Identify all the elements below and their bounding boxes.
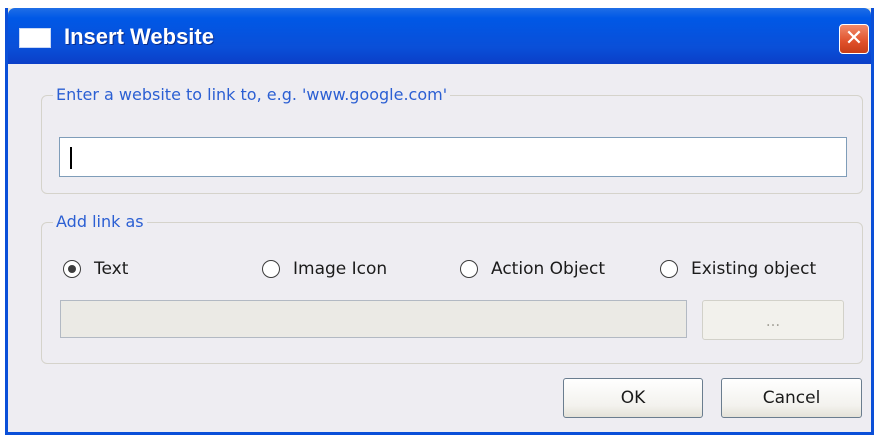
radio-checked-icon bbox=[63, 260, 81, 278]
radio-unchecked-icon bbox=[262, 260, 280, 278]
text-caret bbox=[70, 147, 72, 169]
browse-button: ... bbox=[702, 300, 844, 340]
radio-unchecked-icon bbox=[660, 260, 678, 278]
website-group-legend: Enter a website to link to, e.g. 'www.go… bbox=[53, 85, 451, 104]
dialog-body: Enter a website to link to, e.g. 'www.go… bbox=[8, 64, 871, 432]
radio-existing-object-label: Existing object bbox=[691, 259, 817, 279]
website-url-input[interactable] bbox=[59, 137, 847, 177]
title-bar[interactable]: Insert Website ✕ bbox=[8, 8, 871, 64]
add-link-group-legend: Add link as bbox=[53, 212, 147, 231]
radio-image-icon-label: Image Icon bbox=[293, 259, 388, 279]
radio-text-label: Text bbox=[94, 259, 129, 279]
close-button[interactable]: ✕ bbox=[839, 24, 869, 54]
radio-unchecked-icon bbox=[460, 260, 478, 278]
dialog-title: Insert Website bbox=[64, 24, 214, 49]
link-target-field bbox=[60, 300, 687, 338]
radio-text[interactable]: Text bbox=[63, 259, 128, 279]
window-icon bbox=[19, 28, 51, 48]
radio-image-icon[interactable]: Image Icon bbox=[262, 259, 387, 279]
radio-existing-object[interactable]: Existing object bbox=[660, 259, 816, 279]
close-icon: ✕ bbox=[844, 26, 864, 51]
add-link-group: Add link as bbox=[41, 212, 863, 364]
cancel-button[interactable]: Cancel bbox=[721, 378, 862, 418]
radio-action-object[interactable]: Action Object bbox=[460, 259, 605, 279]
insert-website-dialog: Insert Website ✕ Enter a website to link… bbox=[5, 8, 874, 435]
radio-action-object-label: Action Object bbox=[491, 259, 606, 279]
ok-button[interactable]: OK bbox=[563, 378, 703, 418]
